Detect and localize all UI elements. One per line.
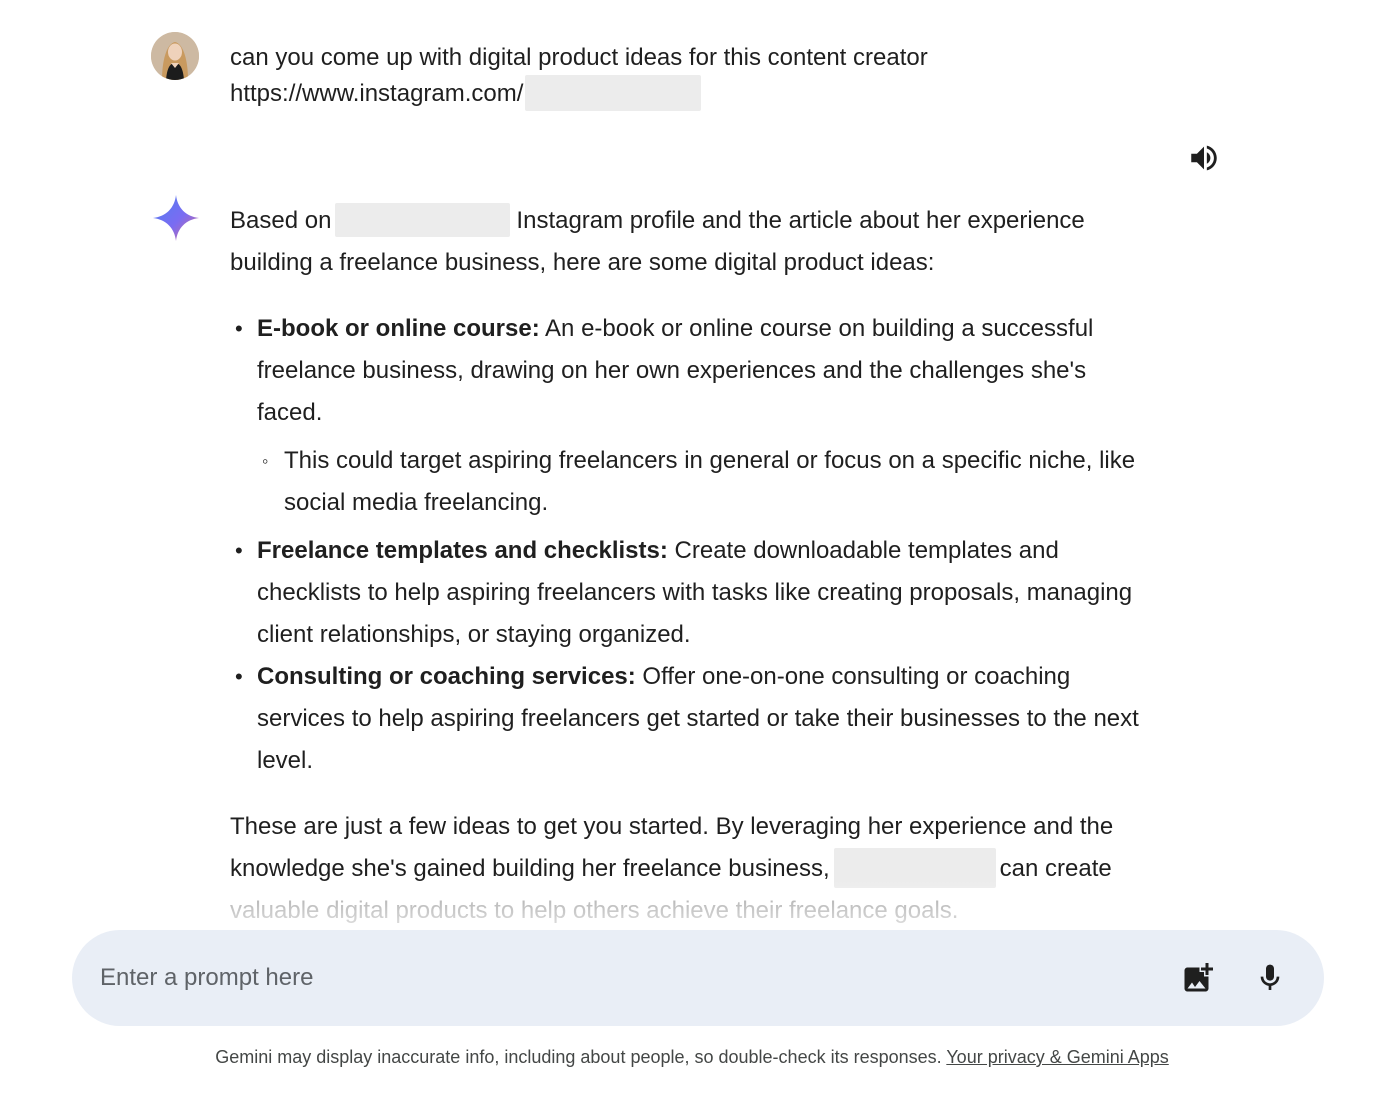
- bullet-icon: •: [235, 538, 243, 563]
- list-item-title: Consulting or coaching services:: [257, 663, 636, 690]
- speaker-icon[interactable]: [1187, 141, 1221, 175]
- gemini-sparkle-svg: [153, 195, 199, 241]
- prompt-input[interactable]: [100, 958, 1150, 998]
- ideas-list: • E-book or online course: An e-book or …: [230, 308, 1150, 782]
- redacted-name: [335, 202, 511, 237]
- disclaimer: Gemini may display inaccurate info, incl…: [0, 1044, 1384, 1070]
- response-intro: Based on Instagram profile and the articl…: [230, 200, 1150, 284]
- response-closing-end: can create: [999, 855, 1112, 882]
- sub-list-item-text: This could target aspiring freelancers i…: [284, 447, 1136, 516]
- add-image-icon-svg: [1184, 963, 1213, 992]
- disclaimer-text: Gemini may display inaccurate info, incl…: [215, 1047, 942, 1067]
- bullet-icon: •: [235, 316, 243, 341]
- list-item-title: Freelance templates and checklists:: [257, 537, 668, 564]
- avatar-photo: [151, 32, 199, 80]
- user-message-url: https://www.instagram.com/: [230, 80, 524, 107]
- microphone-icon-svg: [1260, 964, 1280, 990]
- user-avatar: [151, 32, 199, 80]
- hollow-bullet-icon: ◦: [262, 451, 269, 471]
- list-item: • E-book or online course: An e-book or …: [230, 308, 1150, 524]
- speaker-icon-svg: [1191, 145, 1217, 171]
- redacted-handle: [525, 74, 702, 111]
- list-item: • Consulting or coaching services: Offer…: [230, 656, 1150, 782]
- user-message-line2: https://www.instagram.com/: [230, 74, 928, 113]
- gemini-sparkle-icon: [151, 193, 201, 243]
- user-message-text: can you come up with digital product ide…: [230, 40, 928, 113]
- redacted-name: [833, 847, 996, 888]
- prompt-bar: [72, 930, 1324, 1026]
- gemini-chat-page: can you come up with digital product ide…: [0, 0, 1384, 1100]
- response-intro-start: Based on: [230, 207, 332, 234]
- add-image-icon[interactable]: [1180, 960, 1216, 996]
- response-closing-faded: valuable digital products to help others…: [230, 897, 959, 924]
- sub-list-item: ◦ This could target aspiring freelancers…: [257, 440, 1150, 524]
- user-message: can you come up with digital product ide…: [151, 30, 1051, 120]
- list-item: • Freelance templates and checklists: Cr…: [230, 530, 1150, 656]
- privacy-link[interactable]: Your privacy & Gemini Apps: [946, 1047, 1168, 1067]
- list-item-title: E-book or online course:: [257, 315, 540, 342]
- user-message-line1: can you come up with digital product ide…: [230, 44, 928, 71]
- assistant-response: Based on Instagram profile and the articl…: [230, 200, 1150, 932]
- sub-list: ◦ This could target aspiring freelancers…: [257, 440, 1150, 524]
- microphone-icon[interactable]: [1254, 960, 1286, 996]
- response-closing: These are just a few ideas to get you st…: [230, 806, 1150, 932]
- bullet-icon: •: [235, 664, 243, 689]
